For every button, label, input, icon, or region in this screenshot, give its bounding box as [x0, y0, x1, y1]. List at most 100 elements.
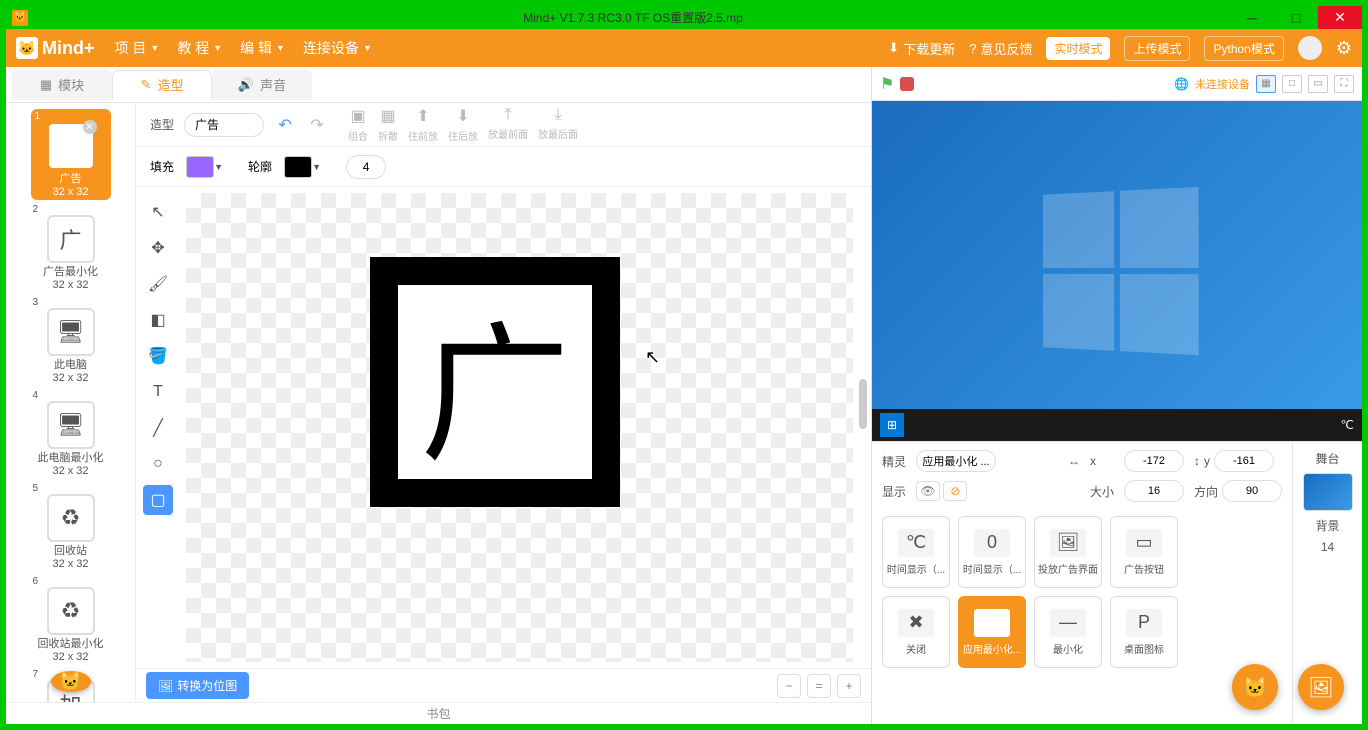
- dir-input[interactable]: [1222, 480, 1282, 502]
- costume-glyph: 广: [398, 285, 592, 479]
- sprite-label: 精灵: [882, 453, 906, 470]
- tabs: ▦ 模块 ✎ 造型 🔊 声音: [6, 67, 871, 103]
- stage-header: ⚑ 🌐 未连接设备 ▦ □ ▭ ⛶: [872, 67, 1362, 101]
- cursor-icon: ↖: [645, 347, 660, 368]
- tool-reshape[interactable]: ✥: [143, 233, 173, 263]
- logo: 🐱 Mind+: [16, 37, 95, 59]
- windows-logo-icon: [1043, 187, 1199, 355]
- costume-item[interactable]: 6♻回收站最小化32 x 32: [31, 576, 111, 665]
- costume-item[interactable]: 2广广告最小化32 x 32: [31, 204, 111, 293]
- drawing-tools: ↖ ✥ 🖌 ◧ 🪣 T ╱ ○ ▢: [136, 187, 180, 668]
- mode-upload[interactable]: 上传模式: [1124, 36, 1190, 61]
- sprite-card[interactable]: —最小化: [1034, 596, 1102, 668]
- show-label: 显示: [882, 483, 906, 500]
- zoom-in-button[interactable]: +: [837, 674, 861, 698]
- app-icon: 🐱: [12, 10, 28, 26]
- undo-icon[interactable]: ↶: [274, 114, 296, 136]
- size-input[interactable]: [1124, 480, 1184, 502]
- costume-item[interactable]: 3🖥此电脑32 x 32: [31, 297, 111, 386]
- view-large-icon[interactable]: ▭: [1308, 75, 1328, 93]
- show-button[interactable]: 👁: [916, 481, 940, 501]
- menu-tutorial[interactable]: 教 程▼: [177, 38, 222, 58]
- sprite-card[interactable]: P桌面图标: [1110, 596, 1178, 668]
- tool-line[interactable]: ╱: [143, 413, 173, 443]
- tool-fill[interactable]: 🪣: [143, 341, 173, 371]
- canvas[interactable]: 广 ↖: [180, 187, 871, 668]
- sprite-card[interactable]: ▭广告按钮: [1110, 516, 1178, 588]
- stage-thumb[interactable]: [1303, 473, 1353, 511]
- dir-label: 方向: [1194, 483, 1218, 500]
- size-label: 大小: [1090, 483, 1114, 500]
- costume-label: 造型: [150, 116, 174, 133]
- tab-sounds[interactable]: 🔊 声音: [212, 70, 312, 100]
- convert-bitmap-button[interactable]: 🖼 转换为位图: [146, 672, 249, 699]
- costume-shape[interactable]: 广: [370, 257, 620, 507]
- titlebar: 🐱 Mind+ V1.7.3 RC3.0 TF OS重置版2.5.mp ─ □ …: [6, 6, 1362, 29]
- fullscreen-icon[interactable]: ⛶: [1334, 75, 1354, 93]
- toolgroup-3[interactable]: ⬇往后放: [448, 106, 478, 143]
- sprite-card[interactable]: ℃时间显示（...: [882, 516, 950, 588]
- hide-button[interactable]: ⊘: [943, 481, 967, 501]
- redo-icon[interactable]: ↷: [306, 114, 328, 136]
- menu-edit[interactable]: 编 辑▼: [240, 38, 285, 58]
- sprite-card[interactable]: 广应用最小化...: [958, 596, 1026, 668]
- add-costume-button[interactable]: 🐱: [51, 671, 91, 692]
- green-flag-icon[interactable]: ⚑: [880, 74, 894, 94]
- backpack[interactable]: 书包: [6, 702, 871, 724]
- tool-eraser[interactable]: ◧: [143, 305, 173, 335]
- y-input[interactable]: [1214, 450, 1274, 472]
- canvas-bottom-bar: 🖼 转换为位图 − = +: [136, 668, 871, 702]
- x-input[interactable]: [1124, 450, 1184, 472]
- toolgroup-5[interactable]: ⤓放最后面: [538, 106, 578, 143]
- stage[interactable]: ⊞ ℃: [872, 101, 1362, 441]
- stop-icon[interactable]: [900, 77, 914, 91]
- sprite-card[interactable]: 🖼投放广告界面: [1034, 516, 1102, 588]
- fill-swatch[interactable]: ▼: [186, 156, 214, 178]
- y-label: y: [1204, 454, 1210, 468]
- toolgroup-1[interactable]: ▦拆散: [378, 106, 398, 143]
- costume-list[interactable]: 1广✕广告32 x 322广广告最小化32 x 323🖥此电脑32 x 324🖥…: [6, 103, 136, 702]
- tool-circle[interactable]: ○: [143, 449, 173, 479]
- backdrop-count: 14: [1321, 540, 1334, 554]
- view-small-icon[interactable]: ▦: [1256, 75, 1276, 93]
- add-sprite-button[interactable]: 🐱: [1232, 664, 1278, 710]
- tab-blocks[interactable]: ▦ 模块: [12, 70, 112, 100]
- costume-item[interactable]: 5♻回收站32 x 32: [31, 483, 111, 572]
- scrollbar-vertical[interactable]: [859, 379, 867, 429]
- toolgroup-4[interactable]: ⤒放最前面: [488, 106, 528, 143]
- toolgroup-0[interactable]: ▣组合: [348, 106, 368, 143]
- close-button[interactable]: ✕: [1318, 6, 1362, 29]
- gear-icon[interactable]: ⚙: [1336, 38, 1352, 59]
- menu-project[interactable]: 项 目▼: [115, 38, 160, 58]
- minimize-button[interactable]: ─: [1230, 6, 1274, 29]
- stage-taskbar: ⊞ ℃: [872, 409, 1362, 441]
- tab-costumes[interactable]: ✎ 造型: [112, 70, 212, 100]
- window-title: Mind+ V1.7.3 RC3.0 TF OS重置版2.5.mp: [36, 9, 1230, 26]
- x-label: x: [1090, 454, 1114, 468]
- tool-select[interactable]: ↖: [143, 197, 173, 227]
- tool-text[interactable]: T: [143, 377, 173, 407]
- tool-brush[interactable]: 🖌: [143, 269, 173, 299]
- avatar[interactable]: [1298, 36, 1322, 60]
- view-medium-icon[interactable]: □: [1282, 75, 1302, 93]
- outline-swatch[interactable]: ▼: [284, 156, 312, 178]
- toolgroup-2[interactable]: ⬆往前放: [408, 106, 438, 143]
- download-update[interactable]: ⬇ 下载更新: [888, 39, 955, 58]
- costume-item[interactable]: 4🖥此电脑最小化32 x 32: [31, 390, 111, 479]
- stage-label: 舞台: [1315, 450, 1339, 467]
- zoom-reset-button[interactable]: =: [807, 674, 831, 698]
- costume-name-input[interactable]: [184, 113, 264, 137]
- outline-width-input[interactable]: [346, 155, 386, 179]
- mode-python[interactable]: Python模式: [1204, 36, 1283, 61]
- maximize-button[interactable]: □: [1274, 6, 1318, 29]
- add-backdrop-button[interactable]: 🖼: [1298, 664, 1344, 710]
- menu-connect[interactable]: 连接设备▼: [303, 38, 372, 58]
- sprite-card[interactable]: 0时间显示（...: [958, 516, 1026, 588]
- feedback[interactable]: ? 意见反馈: [969, 39, 1032, 58]
- tool-rect[interactable]: ▢: [143, 485, 173, 515]
- zoom-out-button[interactable]: −: [777, 674, 801, 698]
- costume-item[interactable]: 1广✕广告32 x 32: [31, 109, 111, 200]
- sprite-name-input[interactable]: [916, 450, 996, 472]
- sprite-card[interactable]: ✖关闭: [882, 596, 950, 668]
- mode-realtime[interactable]: 实时模式: [1046, 37, 1110, 60]
